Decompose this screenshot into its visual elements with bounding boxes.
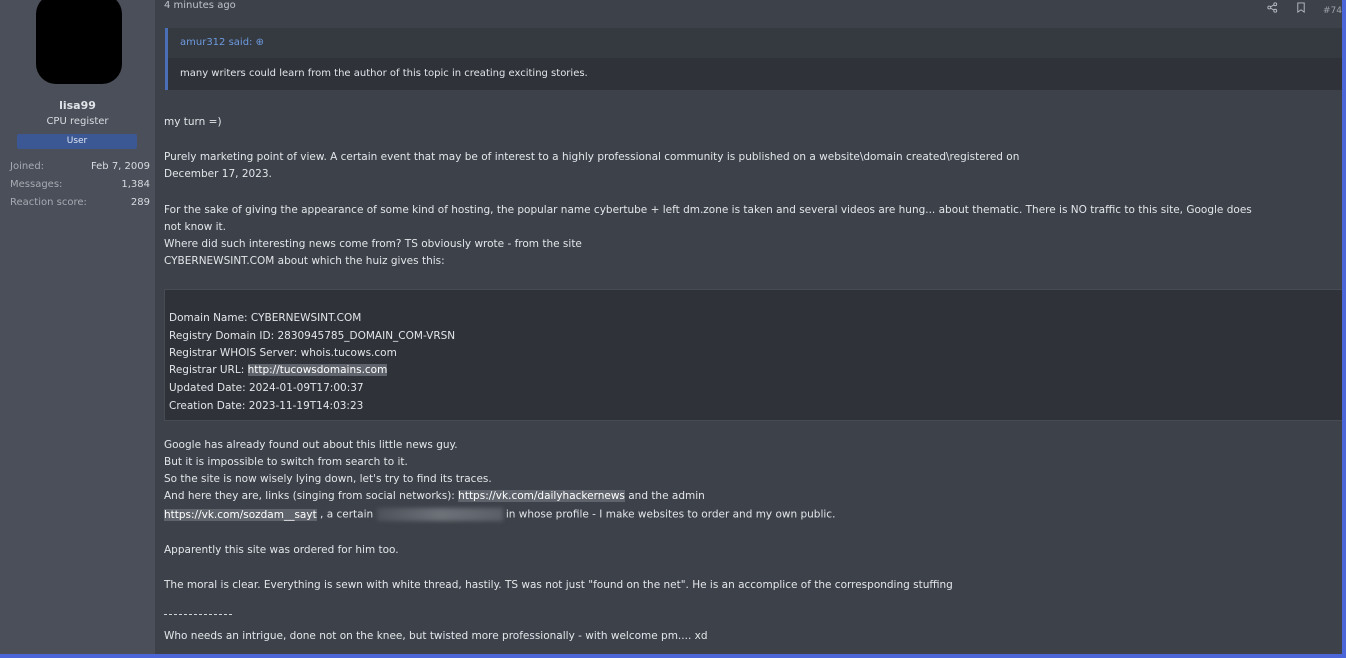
stat-reaction-score: Reaction score: 289 — [0, 197, 150, 211]
paragraph: So the site is now wisely lying down, le… — [164, 473, 492, 485]
user-sidebar: lisa99 CPU register User Joined: Feb 7, … — [0, 0, 155, 654]
paragraph: And here they are, links (singing from s… — [164, 490, 705, 502]
stat-value: 289 — [130, 197, 150, 208]
stat-label: Joined: — [10, 161, 45, 172]
vk-dailyhackernews-link[interactable]: https://vk.com/dailyhackernews — [458, 490, 625, 502]
whois-line: Registrar WHOIS Server: whois.tucows.com — [169, 347, 397, 359]
avatar[interactable] — [36, 0, 122, 84]
user-title: CPU register — [46, 116, 109, 127]
whois-line: Creation Date: 2023-11-19T14:03:23 — [169, 400, 364, 412]
share-icon[interactable] — [1267, 2, 1278, 16]
stat-label: Reaction score: — [10, 197, 87, 208]
separator — [164, 614, 232, 616]
stat-joined: Joined: Feb 7, 2009 — [0, 161, 150, 175]
whois-line: Updated Date: 2024-01-09T17:00:37 — [169, 382, 364, 394]
quote-text: many writers could learn from the author… — [180, 68, 588, 79]
paragraph: CYBERNEWSINT.COM about which the huiz gi… — [164, 255, 445, 267]
paragraph: Where did such interesting news come fro… — [164, 238, 582, 250]
stat-label: Messages: — [10, 179, 63, 190]
stat-value: Feb 7, 2009 — [90, 161, 150, 172]
whois-line: Registry Domain ID: 2830945785_DOMAIN_CO… — [169, 330, 456, 342]
quote-body: many writers could learn from the author… — [168, 58, 1342, 90]
redacted-name — [376, 508, 503, 521]
post-body: 4 minutes ago #74 amur312 said: ⊕ many w… — [155, 0, 1342, 654]
registrar-url-link[interactable]: http://tucowsdomains.com — [247, 364, 388, 376]
paragraph: Who needs an intrigue, done not on the k… — [164, 630, 708, 642]
stat-messages: Messages: 1,384 — [0, 179, 150, 193]
stat-value: 1,384 — [121, 179, 150, 190]
bookmark-icon[interactable] — [1296, 2, 1306, 16]
quote-author[interactable]: amur312 said: ⊕ — [180, 37, 264, 48]
post-actions: #74 — [1253, 2, 1342, 16]
whois-line: Registrar URL: http://tucowsdomains.com — [169, 364, 388, 376]
post-number[interactable]: #74 — [1323, 6, 1342, 16]
paragraph: Purely marketing point of view. A certai… — [164, 151, 1020, 163]
paragraph: For the sake of giving the appearance of… — [164, 204, 1252, 216]
paragraph: Google has already found out about this … — [164, 439, 458, 451]
whois-label: Registrar URL: — [169, 364, 248, 376]
vk-sozdam-link[interactable]: https://vk.com/sozdam__sayt — [164, 508, 317, 521]
paragraph: not know it. — [164, 221, 226, 233]
paragraph: December 17, 2023. — [164, 168, 272, 180]
quote-block: amur312 said: ⊕ many writers could learn… — [165, 28, 1342, 90]
text: And here they are, links (singing from s… — [164, 490, 459, 502]
user-role-badge: User — [17, 134, 137, 149]
text: , a certain — [316, 508, 377, 521]
paragraph: Apparently this site was ordered for him… — [164, 544, 399, 556]
paragraph: But it is impossible to switch from sear… — [164, 456, 408, 468]
whois-line: Domain Name: CYBERNEWSINT.COM — [169, 312, 362, 324]
paragraph: my turn =) — [164, 116, 222, 128]
paragraph: The moral is clear. Everything is sewn w… — [164, 579, 953, 591]
post-time[interactable]: 4 minutes ago — [164, 0, 236, 11]
username[interactable]: lisa99 — [0, 99, 155, 112]
whois-block: Domain Name: CYBERNEWSINT.COM Registry D… — [164, 289, 1342, 421]
paragraph: https://vk.com/sozdam__sayt , a certain … — [164, 508, 835, 521]
forum-post: lisa99 CPU register User Joined: Feb 7, … — [0, 0, 1346, 658]
text: and the admin — [624, 490, 705, 502]
text: in whose profile - I make websites to or… — [502, 508, 836, 521]
